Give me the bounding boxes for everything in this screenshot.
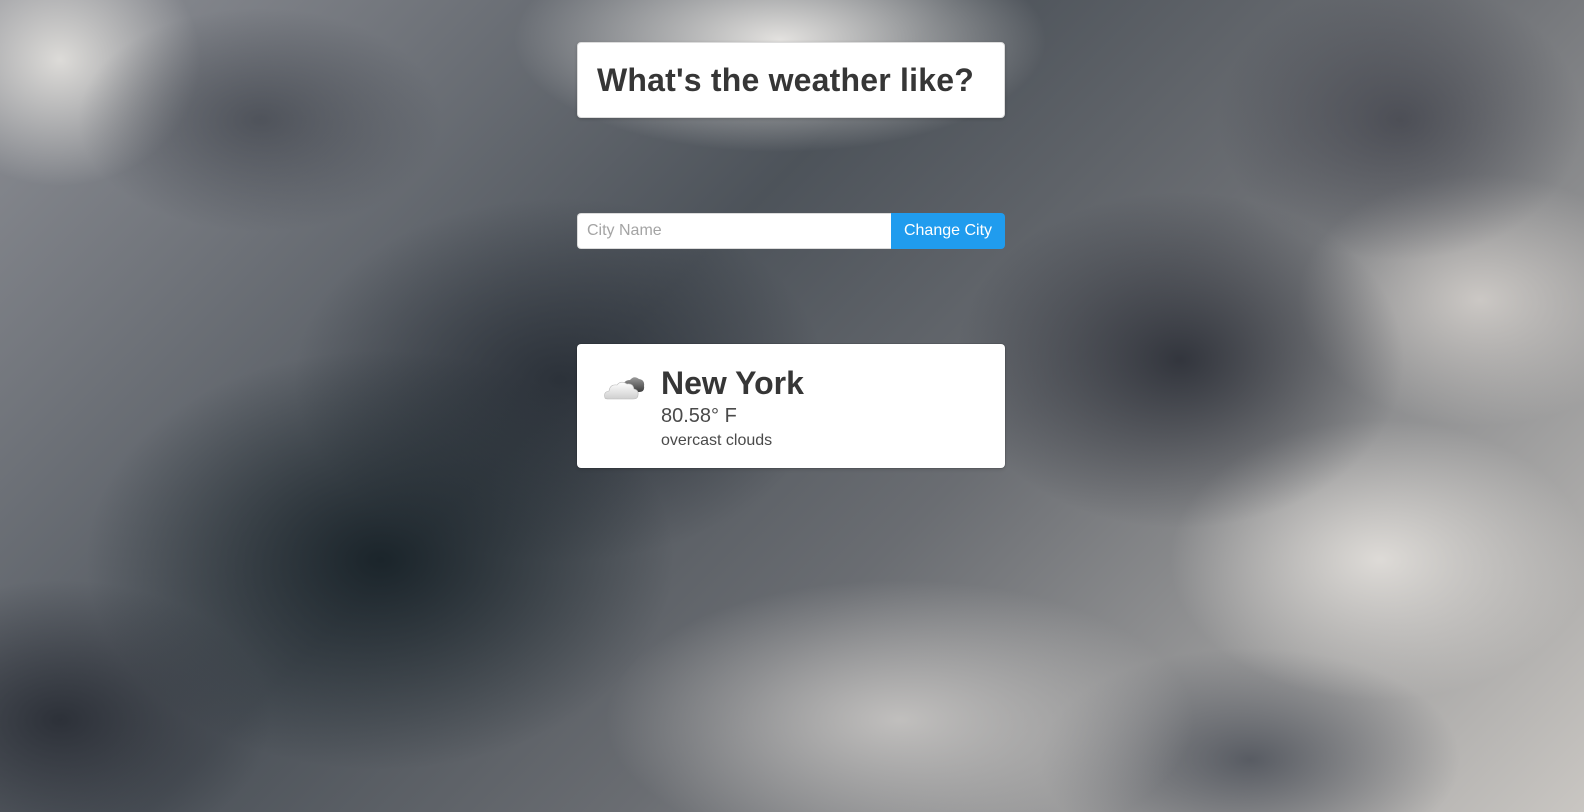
- page-title: What's the weather like?: [597, 61, 974, 98]
- weather-card: New York 80.58° F overcast clouds: [577, 344, 1005, 468]
- city-search-form: Change City: [577, 213, 1005, 249]
- title-box: What's the weather like?: [577, 42, 1005, 118]
- change-city-button[interactable]: Change City: [891, 213, 1005, 249]
- temperature: 80.58° F: [661, 405, 737, 427]
- city-name: New York: [661, 365, 804, 401]
- cloud-icon: [601, 370, 645, 410]
- city-name-input[interactable]: [577, 213, 891, 249]
- weather-info: New York 80.58° F overcast clouds: [661, 364, 804, 449]
- weather-description: overcast clouds: [661, 432, 773, 449]
